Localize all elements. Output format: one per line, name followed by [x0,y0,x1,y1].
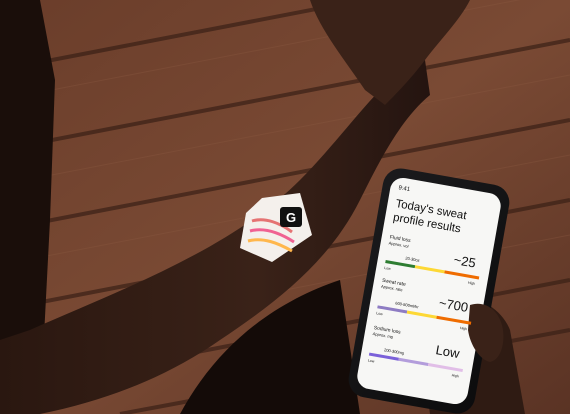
sweat-patch-photo: G [0,0,570,414]
patch-logo-text: G [286,210,296,225]
